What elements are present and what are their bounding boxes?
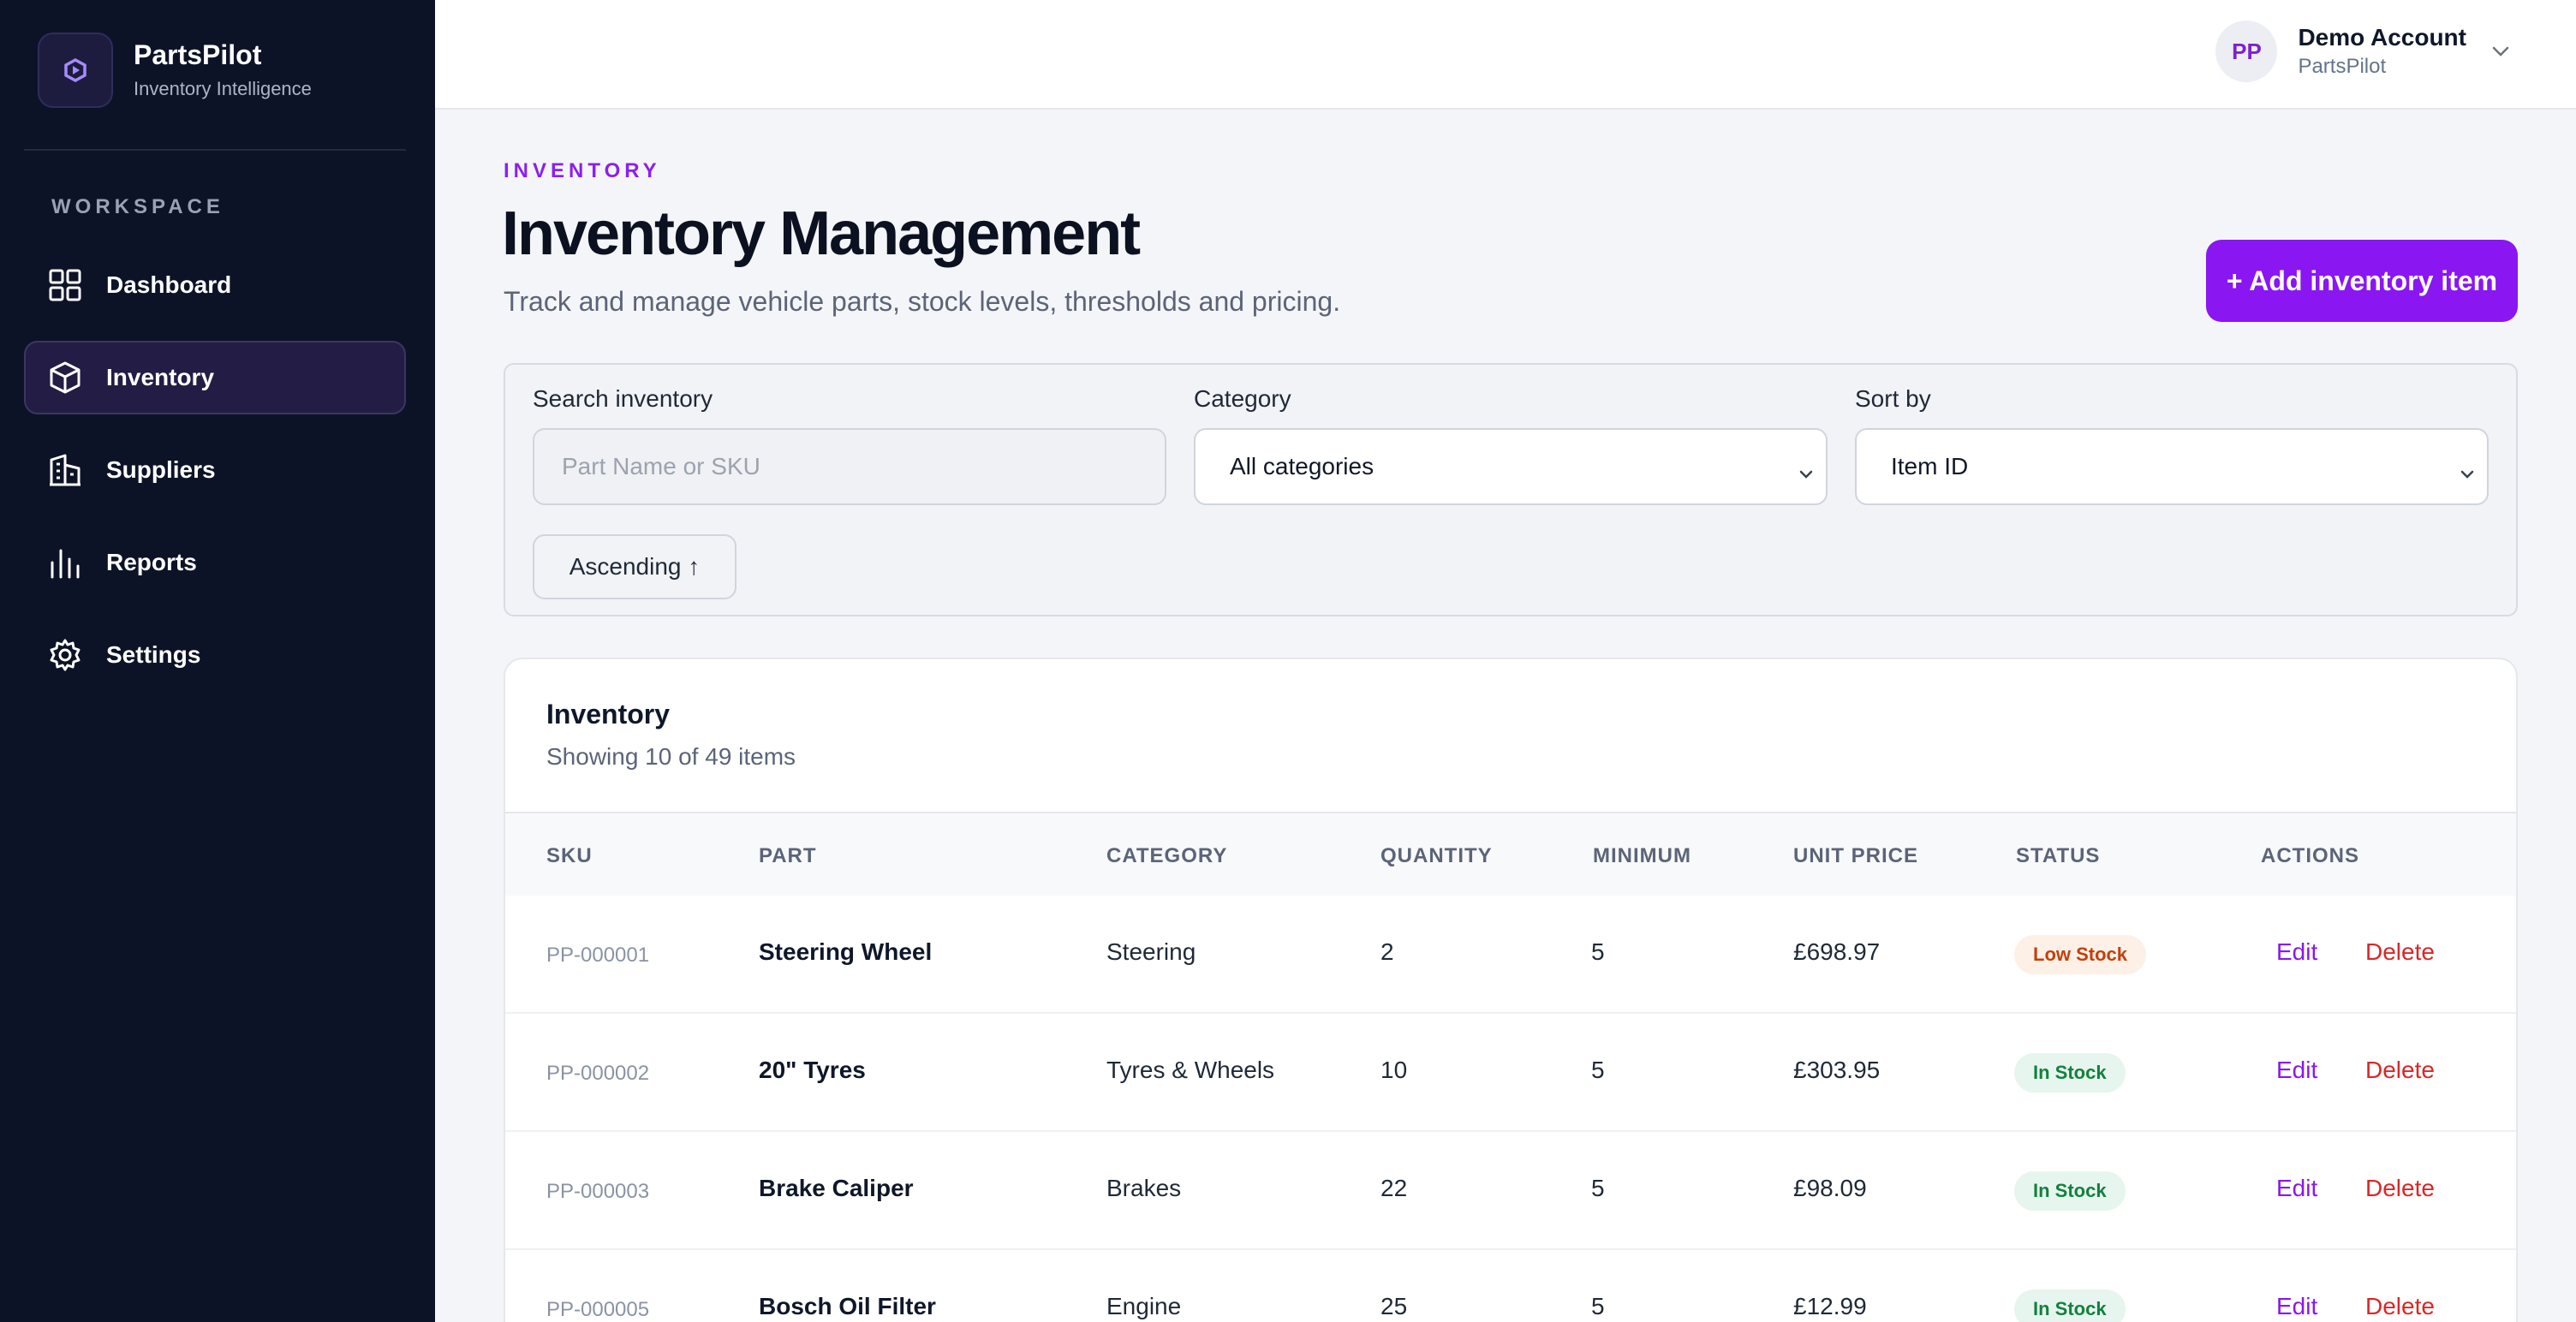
brand-text: PartsPilot Inventory Intelligence [134, 38, 312, 103]
table-row: PP-000002 20" Tyres Tyres & Wheels 10 5 … [505, 1014, 2516, 1132]
column-header-minimum[interactable]: MINIMUM [1593, 844, 1691, 868]
box-icon [46, 359, 84, 396]
account-org: PartsPilot [2298, 55, 2387, 78]
status-badge: Low Stock [2014, 935, 2147, 974]
brand-logo-icon [38, 33, 113, 108]
avatar: PP [2215, 21, 2278, 82]
row-category: Engine [1106, 1293, 1182, 1319]
chevron-down-icon [2460, 459, 2475, 486]
row-sku: PP-000005 [546, 1298, 650, 1321]
table-row: PP-000003 Brake Caliper Brakes 22 5 £98.… [505, 1132, 2516, 1250]
column-header-status[interactable]: STATUS [2016, 844, 2100, 868]
page-subtitle: Track and manage vehicle parts, stock le… [504, 286, 1341, 317]
search-label: Search inventory [533, 385, 713, 412]
sidebar-nav: Dashboard Inventory Suppliers Reports Se… [24, 248, 406, 711]
column-header-part[interactable]: PART [759, 844, 817, 868]
gear-icon [46, 636, 84, 674]
sidebar-item-inventory[interactable]: Inventory [24, 341, 406, 414]
row-quantity: 25 [1380, 1293, 1408, 1319]
table-title: Inventory [546, 699, 671, 729]
row-quantity: 10 [1380, 1057, 1408, 1083]
row-sku: PP-000003 [546, 1180, 650, 1203]
row-minimum: 5 [1591, 938, 1605, 965]
chevron-down-icon [1798, 459, 1814, 486]
sidebar-item-label: Dashboard [106, 271, 232, 298]
row-category: Brakes [1106, 1175, 1182, 1201]
column-header-actions: ACTIONS [2261, 844, 2359, 867]
row-unit-price: £98.09 [1793, 1175, 1867, 1201]
column-header-sku[interactable]: SKU [546, 844, 593, 868]
sidebar-item-label: Settings [106, 641, 201, 668]
table-row: PP-000005 Bosch Oil Filter Engine 25 5 £… [505, 1250, 2516, 1322]
edit-link[interactable]: Edit [2276, 938, 2317, 966]
row-quantity: 22 [1380, 1175, 1408, 1201]
sort-order-button[interactable]: Ascending ↑ [533, 534, 736, 599]
category-label: Category [1194, 385, 1291, 412]
row-sku: PP-000001 [546, 944, 650, 967]
sidebar-item-label: Reports [106, 549, 197, 575]
row-unit-price: £12.99 [1793, 1293, 1867, 1319]
category-select-value: All categories [1230, 453, 1374, 479]
row-minimum: 5 [1591, 1293, 1605, 1319]
category-select[interactable]: All categories [1194, 428, 1828, 505]
page-eyebrow: INVENTORY [504, 159, 661, 182]
sidebar: PartsPilot Inventory Intelligence WORKSP… [0, 0, 435, 1322]
table-row: PP-000001 Steering Wheel Steering 2 5 £6… [505, 896, 2516, 1014]
row-minimum: 5 [1591, 1057, 1605, 1083]
account-menu[interactable]: PP Demo Account PartsPilot [2215, 21, 2511, 82]
brand-tagline: Inventory Intelligence [134, 78, 312, 99]
table-count: Showing 10 of 49 items [546, 743, 796, 770]
sidebar-item-label: Inventory [106, 364, 215, 390]
sidebar-item-suppliers[interactable]: Suppliers [24, 433, 406, 507]
add-inventory-item-button[interactable]: + Add inventory item [2206, 240, 2518, 322]
page-title: Inventory Management [502, 199, 1141, 268]
sort-label: Sort by [1855, 385, 1931, 412]
delete-link[interactable]: Delete [2365, 1293, 2435, 1320]
row-part: Bosch Oil Filter [759, 1293, 936, 1319]
delete-link[interactable]: Delete [2365, 1175, 2435, 1202]
row-category: Tyres & Wheels [1106, 1057, 1275, 1083]
column-header-quantity[interactable]: QUANTITY [1380, 844, 1493, 868]
sidebar-item-label: Suppliers [106, 456, 216, 483]
sidebar-item-settings[interactable]: Settings [24, 618, 406, 692]
status-badge: In Stock [2014, 1289, 2126, 1322]
row-sku: PP-000002 [546, 1062, 650, 1085]
filters-panel: Search inventory Part Name or SKU Catego… [504, 363, 2518, 616]
delete-link[interactable]: Delete [2365, 1057, 2435, 1084]
bar-chart-icon [46, 544, 84, 581]
column-header-unit-price[interactable]: UNIT PRICE [1793, 844, 1918, 868]
row-unit-price: £698.97 [1793, 938, 1881, 965]
row-category: Steering [1106, 938, 1196, 965]
status-badge: In Stock [2014, 1171, 2126, 1211]
status-badge: In Stock [2014, 1053, 2126, 1093]
row-unit-price: £303.95 [1793, 1057, 1881, 1083]
brand-name: PartsPilot [134, 39, 262, 70]
sidebar-item-reports[interactable]: Reports [24, 526, 406, 599]
row-minimum: 5 [1591, 1175, 1605, 1201]
account-text: Demo Account PartsPilot [2298, 22, 2466, 80]
chevron-down-icon[interactable] [2490, 45, 2511, 63]
edit-link[interactable]: Edit [2276, 1175, 2317, 1202]
table-header: SKU PART CATEGORY QUANTITY MINIMUM UNIT … [505, 812, 2516, 896]
edit-link[interactable]: Edit [2276, 1057, 2317, 1084]
row-part: Steering Wheel [759, 938, 933, 965]
sidebar-item-dashboard[interactable]: Dashboard [24, 248, 406, 322]
account-name: Demo Account [2298, 24, 2466, 51]
row-quantity: 2 [1380, 938, 1394, 965]
delete-link[interactable]: Delete [2365, 938, 2435, 966]
inventory-table-card: Inventory Showing 10 of 49 items SKU PAR… [504, 658, 2518, 1322]
sort-select-value: Item ID [1891, 453, 1969, 479]
search-input[interactable]: Part Name or SKU [533, 428, 1166, 505]
column-header-category[interactable]: CATEGORY [1106, 844, 1227, 868]
grid-icon [46, 266, 84, 304]
building-icon [46, 451, 84, 489]
topbar: PP Demo Account PartsPilot [435, 0, 2576, 110]
brand[interactable]: PartsPilot Inventory Intelligence [38, 33, 312, 108]
sidebar-divider [24, 149, 406, 151]
row-part: Brake Caliper [759, 1175, 914, 1201]
workspace-section-label: WORKSPACE [51, 195, 224, 218]
sort-select[interactable]: Item ID [1855, 428, 2489, 505]
edit-link[interactable]: Edit [2276, 1293, 2317, 1320]
row-part: 20" Tyres [759, 1057, 866, 1083]
